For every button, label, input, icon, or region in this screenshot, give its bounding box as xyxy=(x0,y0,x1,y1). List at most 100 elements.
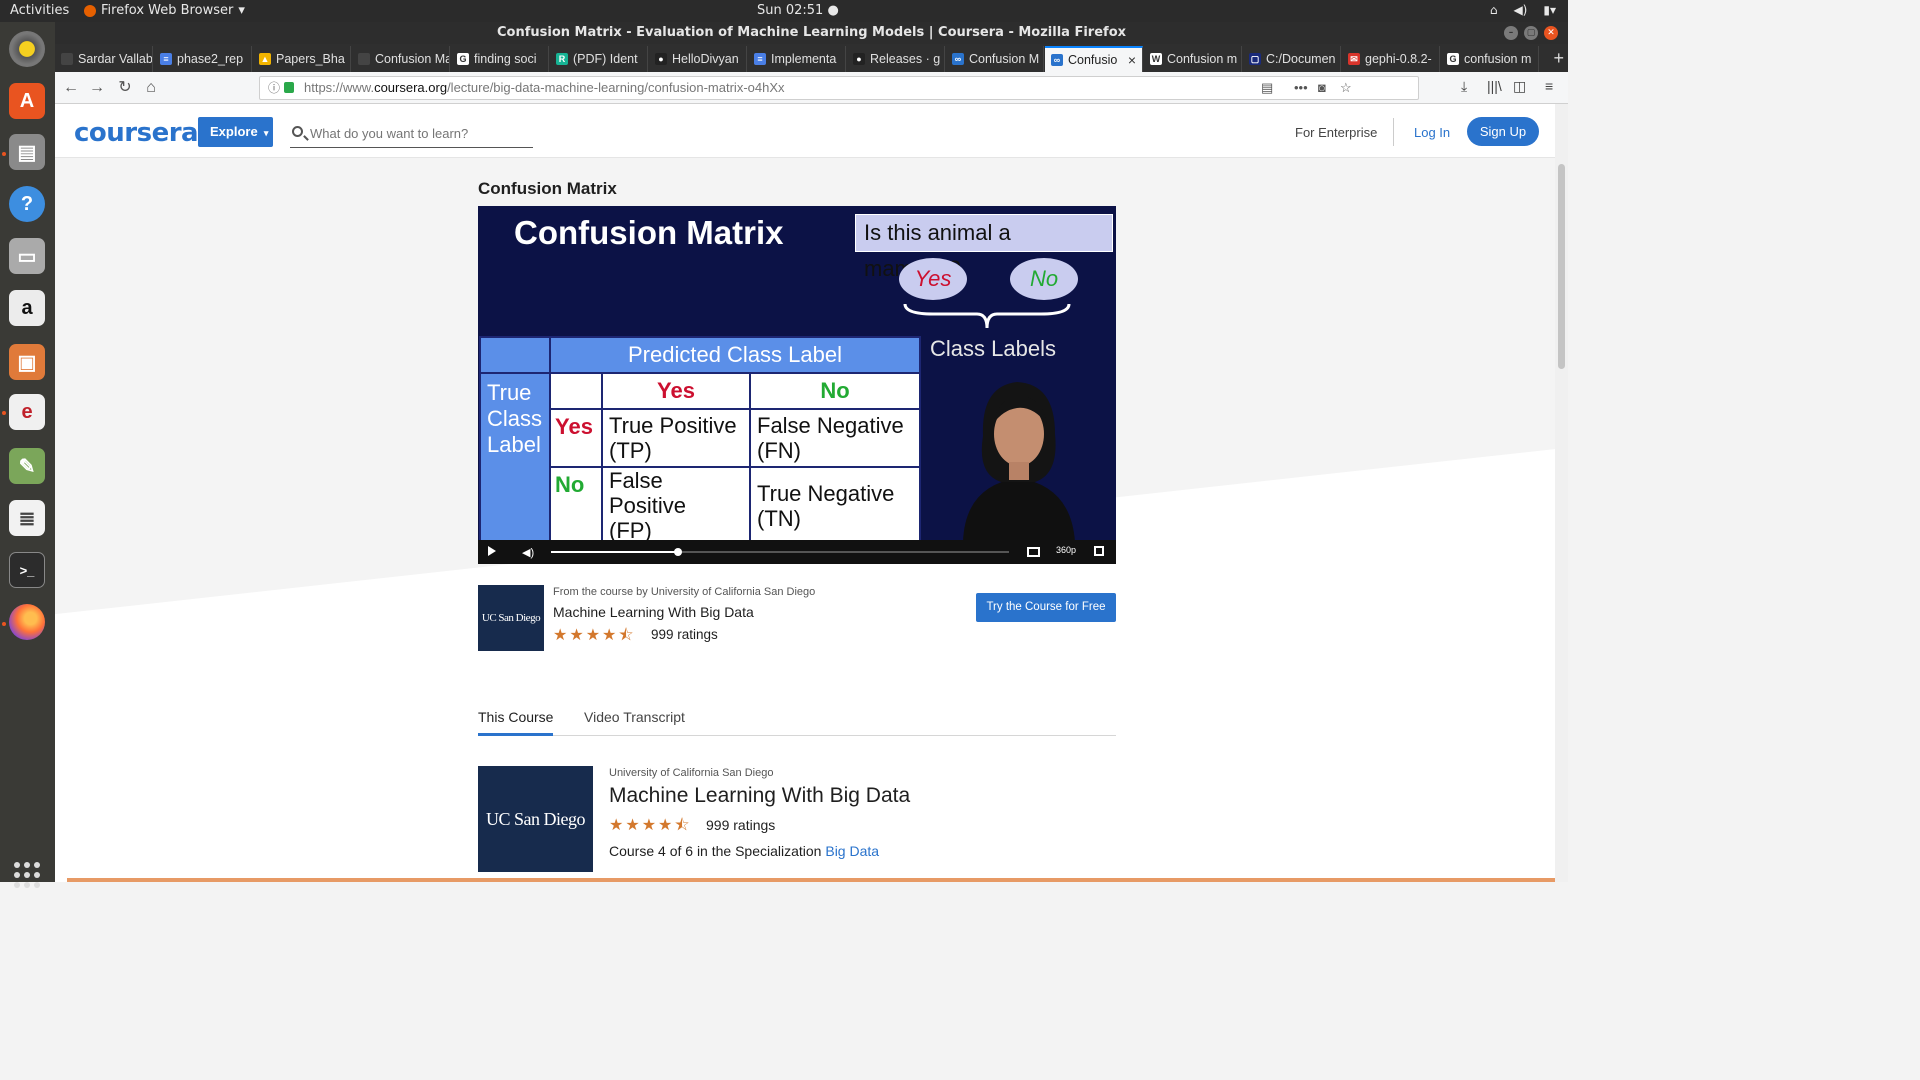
tab-label: Confusio xyxy=(1068,53,1118,67)
forward-icon[interactable]: → xyxy=(87,78,107,98)
photo-app-icon[interactable]: ▣ xyxy=(9,344,45,380)
play-icon[interactable] xyxy=(488,546,496,556)
specialization-text: Course 4 of 6 in the Specialization xyxy=(609,843,822,859)
tab-favicon-icon: ▢ xyxy=(1249,53,1261,65)
log-in-link[interactable]: Log In xyxy=(1414,125,1450,140)
firefox-icon xyxy=(84,4,96,17)
back-icon[interactable]: ← xyxy=(61,78,81,98)
for-enterprise-link[interactable]: For Enterprise xyxy=(1295,125,1377,140)
close-tab-icon[interactable]: × xyxy=(1128,52,1136,68)
system-tray[interactable]: ⌂ ◀) ▮▾ xyxy=(1490,3,1556,17)
downloads-icon[interactable]: ⤓ xyxy=(1461,78,1467,95)
tab-favicon-icon: ∞ xyxy=(952,53,964,65)
site-info-icon[interactable]: ⓘ xyxy=(268,77,280,99)
new-tab-icon[interactable]: + xyxy=(1553,48,1564,69)
reload-icon[interactable]: ↻ xyxy=(115,78,135,98)
ucsd-logo[interactable]: UC San Diego xyxy=(478,585,544,651)
sign-up-button[interactable]: Sign Up xyxy=(1467,117,1539,146)
browser-tab[interactable]: ● Releases · g xyxy=(847,46,945,72)
quality-selector[interactable]: 360p xyxy=(1056,545,1076,555)
show-applications-icon[interactable] xyxy=(14,862,40,888)
page-actions-icon[interactable]: ••• xyxy=(1294,77,1308,99)
rhythmbox-icon[interactable] xyxy=(9,31,45,67)
seek-handle[interactable] xyxy=(674,548,682,556)
tab-label: Papers_Bha xyxy=(276,52,345,66)
coursera-header: coursera Explore ▾ For Enterprise Log In… xyxy=(55,104,1555,158)
half-star-icon: ⯪ xyxy=(674,817,692,834)
text-editor-icon[interactable]: ≣ xyxy=(9,500,45,536)
subtitles-icon[interactable] xyxy=(1027,547,1040,557)
library-icon[interactable]: |||\ xyxy=(1487,78,1502,94)
app-menu[interactable]: Firefox Web Browser ▾ xyxy=(84,3,245,18)
navigation-toolbar: ← → ↻ ⌂ ⓘ https://www.coursera.org/lectu… xyxy=(55,72,1568,104)
browser-tab[interactable]: ▢ C:/Documen xyxy=(1243,46,1341,72)
actual-no-label: No xyxy=(549,466,603,545)
tab-favicon-icon xyxy=(358,53,370,65)
tab-label: gephi-0.8.2- xyxy=(1365,52,1432,66)
true-positive-cell: True Positive (TP) xyxy=(601,408,751,468)
ucsd-logo-large[interactable]: UC San Diego xyxy=(478,766,593,872)
explore-button[interactable]: Explore ▾ xyxy=(198,117,273,147)
volume-icon[interactable]: ◀) xyxy=(522,546,534,559)
browser-tab[interactable]: Sardar Vallabh xyxy=(55,46,153,72)
firefox-icon[interactable] xyxy=(9,604,45,640)
try-course-button[interactable]: Try the Course for Free xyxy=(976,593,1116,622)
activities-button[interactable]: Activities xyxy=(10,3,69,18)
specialization-link[interactable]: Big Data xyxy=(825,843,879,859)
amazon-icon[interactable]: a xyxy=(9,290,45,326)
tab-label: Confusion Mat xyxy=(375,52,450,66)
browser-tab[interactable]: R (PDF) Ident xyxy=(550,46,648,72)
caret-down-icon: ▾ xyxy=(238,3,245,18)
pdf-viewer-icon[interactable]: e xyxy=(9,394,45,430)
course-card-title[interactable]: Machine Learning With Big Data xyxy=(609,784,910,808)
browser-tab[interactable]: W Confusion m xyxy=(1144,46,1242,72)
pocket-icon[interactable]: ◙ xyxy=(1318,77,1326,99)
maximize-icon[interactable]: ▢ xyxy=(1524,26,1538,40)
slide-yes-oval: Yes xyxy=(899,258,967,300)
home-icon[interactable]: ⌂ xyxy=(141,78,161,98)
minimize-icon[interactable]: – xyxy=(1504,26,1518,40)
draw-icon[interactable]: ✎ xyxy=(9,448,45,484)
browser-tab[interactable]: Gconfusion m xyxy=(1441,46,1539,72)
menu-icon[interactable]: ≡ xyxy=(1545,78,1553,94)
window-title-bar: Confusion Matrix - Evaluation of Machine… xyxy=(55,22,1568,44)
browser-tab[interactable]: ≡ phase2_rep xyxy=(154,46,252,72)
browser-tab[interactable]: ∞ Confusion M xyxy=(946,46,1044,72)
close-window-icon[interactable]: ✕ xyxy=(1544,26,1558,40)
clock[interactable]: Sun 02:51 ● xyxy=(757,3,839,18)
tab-favicon-icon: G xyxy=(457,53,469,65)
tab-favicon-icon: W xyxy=(1150,53,1162,65)
search-input[interactable] xyxy=(310,122,525,144)
browser-tab[interactable]: ▲ Papers_Bha xyxy=(253,46,351,72)
tab-this-course[interactable]: This Course xyxy=(478,709,554,736)
reader-view-icon[interactable]: ▤ xyxy=(1261,77,1273,99)
files-drawer-icon[interactable]: ▤ xyxy=(9,134,45,170)
search-box[interactable] xyxy=(290,118,533,148)
browser-tab[interactable]: ≡ Implementa xyxy=(748,46,846,72)
browser-tab[interactable]: Confusion Mat xyxy=(352,46,450,72)
fullscreen-icon[interactable] xyxy=(1094,546,1104,556)
tab-favicon-icon: ∞ xyxy=(1051,54,1063,66)
scanner-icon[interactable]: ▭ xyxy=(9,238,45,274)
sidebar-icon[interactable]: ◫ xyxy=(1513,78,1526,95)
software-center-icon[interactable]: A xyxy=(9,83,45,119)
help-icon[interactable]: ? xyxy=(9,186,45,222)
browser-tab[interactable]: ● HelloDivyan xyxy=(649,46,747,72)
coursera-logo[interactable]: coursera xyxy=(74,118,199,148)
actual-yes-label: Yes xyxy=(549,408,603,468)
scrollbar-thumb[interactable] xyxy=(1558,164,1565,369)
tab-favicon-icon: ✉ xyxy=(1348,53,1360,65)
url-bar[interactable]: ⓘ https://www.coursera.org/lecture/big-d… xyxy=(259,76,1419,100)
tab-video-transcript[interactable]: Video Transcript xyxy=(584,709,685,725)
page-scrollbar[interactable] xyxy=(1555,104,1568,882)
terminal-icon[interactable]: >_ xyxy=(9,552,45,588)
browser-tab[interactable]: Gfinding soci xyxy=(451,46,549,72)
seek-bar[interactable] xyxy=(551,548,1009,556)
course-name-link[interactable]: Machine Learning With Big Data xyxy=(553,604,754,620)
tab-label: Sardar Vallabh xyxy=(78,52,153,66)
bookmark-star-icon[interactable]: ☆ xyxy=(1340,77,1352,99)
browser-tab[interactable]: ✉ gephi-0.8.2- xyxy=(1342,46,1440,72)
course-card-stars: ★★★★⯪ xyxy=(609,817,692,834)
video-player[interactable]: Confusion Matrix Is this animal a mammal… xyxy=(478,206,1116,564)
browser-tab[interactable]: ∞ Confusio × xyxy=(1045,46,1143,72)
